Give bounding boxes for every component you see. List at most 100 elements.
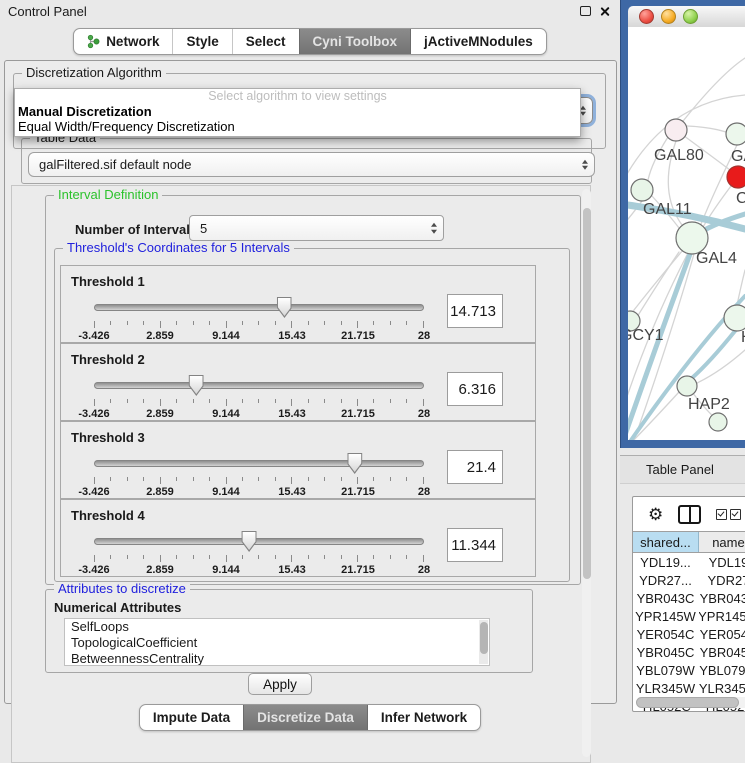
slider-track[interactable] bbox=[94, 538, 424, 545]
control-panel-tabs: Network Style Select Cyni ToolboxjActiveMNo… bbox=[73, 28, 547, 55]
network-node-ga[interactable] bbox=[726, 123, 745, 145]
threshold-slider[interactable]: -3.4262.8599.14415.4321.71528 bbox=[94, 374, 424, 420]
gear-icon[interactable]: ⚙ bbox=[648, 506, 663, 523]
tab-jactivemnodules[interactable]: jActiveMNodules bbox=[410, 29, 546, 54]
scrollbar-thumb[interactable] bbox=[583, 208, 591, 579]
slider-tick-labels: -3.4262.8599.14415.4321.71528 bbox=[94, 330, 424, 342]
slider-tick-labels: -3.4262.8599.14415.4321.71528 bbox=[94, 408, 424, 420]
node-label: GAL4 bbox=[696, 250, 737, 267]
select-columns-icon[interactable] bbox=[716, 509, 741, 520]
slider-handle[interactable] bbox=[242, 531, 257, 552]
stepper-icon[interactable] bbox=[431, 223, 437, 234]
number-of-intervals-select[interactable]: 5 bbox=[189, 215, 444, 241]
network-node-hap2[interactable] bbox=[677, 376, 697, 396]
table-cell: YDL19... bbox=[633, 553, 699, 571]
tab-impute-data[interactable]: Impute Data bbox=[140, 705, 243, 730]
threshold-label: Threshold 2 bbox=[71, 352, 145, 367]
tab-cyni-toolbox[interactable]: Cyni Toolbox bbox=[299, 29, 411, 54]
column-header[interactable]: shared... bbox=[633, 532, 699, 552]
tab-style[interactable]: Style bbox=[172, 29, 231, 54]
scrollbar-thumb[interactable] bbox=[480, 622, 488, 654]
table-row[interactable]: YBR043CYBR043C bbox=[633, 589, 745, 607]
float-window-icon[interactable] bbox=[580, 6, 591, 16]
threshold-slider[interactable]: -3.4262.8599.14415.4321.71528 bbox=[94, 296, 424, 342]
tab-select[interactable]: Select bbox=[232, 29, 299, 54]
threshold-value-field[interactable]: 21.4 bbox=[447, 450, 503, 484]
list-scrollbar[interactable] bbox=[479, 620, 488, 664]
threshold-label: Threshold 3 bbox=[71, 430, 145, 445]
vertical-scrollbar[interactable] bbox=[582, 189, 591, 757]
slider-handle[interactable] bbox=[347, 453, 362, 474]
table-data-group: Table Data galFiltered.sif default node bbox=[21, 138, 592, 184]
network-edge bbox=[692, 331, 735, 378]
attribute-item[interactable]: TopologicalCoefficient bbox=[65, 635, 489, 651]
slider-handle[interactable] bbox=[189, 375, 204, 396]
tab-label: Select bbox=[246, 34, 286, 49]
algorithm-option[interactable]: Manual Discretization bbox=[15, 104, 580, 119]
attributes-group: Attributes to discretize Numerical Attri… bbox=[45, 589, 533, 673]
algorithm-option[interactable]: Equal Width/Frequency Discretization bbox=[15, 119, 580, 134]
network-node[interactable] bbox=[709, 413, 727, 431]
network-node-h[interactable] bbox=[724, 305, 745, 331]
network-icon bbox=[87, 34, 100, 49]
threshold-value-field[interactable]: 11.344 bbox=[447, 528, 503, 562]
numerical-attributes-list[interactable]: SelfLoopsTopologicalCoefficientBetweenne… bbox=[64, 618, 490, 666]
table-cell: YLR345W bbox=[633, 679, 699, 697]
slider-tick-labels: -3.4262.8599.14415.4321.71528 bbox=[94, 564, 424, 576]
table-row[interactable]: YDL19...YDL19 bbox=[633, 553, 745, 571]
algorithm-dropdown: Select algorithm to view settings Manual… bbox=[14, 88, 581, 137]
table-cell: YBL079W bbox=[699, 661, 745, 679]
network-canvas[interactable]: GAL80GACGAL11GAL4GCY1HHAP2 bbox=[628, 27, 745, 440]
table-body: YDL19...YDL19YDR27...YDR27YBR043CYBR043C… bbox=[633, 553, 745, 712]
network-node-gal11[interactable] bbox=[631, 179, 653, 201]
threshold-value-field[interactable]: 6.316 bbox=[447, 372, 503, 406]
node-label: HAP2 bbox=[688, 396, 730, 413]
slider-track[interactable] bbox=[94, 382, 424, 389]
control-panel-titlebar: Control Panel bbox=[0, 0, 620, 22]
threshold-panel: Threshold 4 -3.4262.8599.14415.4321.7152… bbox=[60, 499, 536, 577]
column-header[interactable]: name bbox=[699, 532, 745, 552]
table-row[interactable]: YLR345WYLR345W bbox=[633, 679, 745, 697]
tab-discretize-data[interactable]: Discretize Data bbox=[243, 705, 367, 730]
threshold-panel: Threshold 3 -3.4262.8599.14415.4321.7152… bbox=[60, 421, 536, 499]
tab-infer-network[interactable]: Infer Network bbox=[367, 705, 480, 730]
zoom-window-button[interactable] bbox=[683, 9, 698, 24]
stepper-icon[interactable] bbox=[582, 159, 588, 170]
threshold-value-field[interactable]: 14.713 bbox=[447, 294, 503, 328]
slider-track[interactable] bbox=[94, 304, 424, 311]
threshold-panel: Threshold 2 -3.4262.8599.14415.4321.7152… bbox=[60, 343, 536, 421]
group-title: Threshold's Coordinates for 5 Intervals bbox=[63, 241, 294, 255]
columns-icon[interactable] bbox=[678, 505, 701, 524]
slider-ticks bbox=[94, 555, 424, 562]
network-node-c[interactable] bbox=[727, 166, 745, 188]
node-table: ⚙ shared...name YDL19...YDL19YDR27...YDR… bbox=[632, 496, 745, 712]
slider-track[interactable] bbox=[94, 460, 424, 467]
group-title: Attributes to discretize bbox=[54, 582, 190, 596]
table-row[interactable]: YDR27...YDR27 bbox=[633, 571, 745, 589]
apply-button[interactable]: Apply bbox=[248, 673, 312, 695]
horizontal-scrollbar[interactable] bbox=[636, 697, 745, 708]
tab-network[interactable]: Network bbox=[74, 29, 172, 54]
attribute-item[interactable]: BetweennessCentrality bbox=[65, 651, 489, 666]
attribute-item[interactable]: SelfLoops bbox=[65, 619, 489, 635]
table-cell: YER054C bbox=[699, 625, 745, 643]
table-row[interactable]: YPR145WYPR145W bbox=[633, 607, 745, 625]
table-cell: YBR045C bbox=[699, 643, 745, 661]
network-window-titlebar bbox=[628, 6, 745, 28]
threshold-slider[interactable]: -3.4262.8599.14415.4321.71528 bbox=[94, 530, 424, 576]
threshold-slider[interactable]: -3.4262.8599.14415.4321.71528 bbox=[94, 452, 424, 498]
slider-handle[interactable] bbox=[277, 297, 292, 318]
close-window-button[interactable] bbox=[639, 9, 654, 24]
table-cell: YLR345W bbox=[699, 679, 745, 697]
scrollbar-thumb[interactable] bbox=[636, 697, 739, 708]
table-row[interactable]: YBL079WYBL079W bbox=[633, 661, 745, 679]
minimize-window-button[interactable] bbox=[661, 9, 676, 24]
close-icon[interactable] bbox=[599, 6, 610, 17]
threshold-label: Threshold 4 bbox=[71, 508, 145, 523]
tab-label: Network bbox=[106, 34, 159, 49]
table-row[interactable]: YER054CYER054C bbox=[633, 625, 745, 643]
table-row[interactable]: YBR045CYBR045C bbox=[633, 643, 745, 661]
table-data-select[interactable]: galFiltered.sif default node bbox=[28, 152, 595, 177]
node-label: GAL80 bbox=[654, 147, 704, 164]
network-node-gal80[interactable] bbox=[665, 119, 687, 141]
